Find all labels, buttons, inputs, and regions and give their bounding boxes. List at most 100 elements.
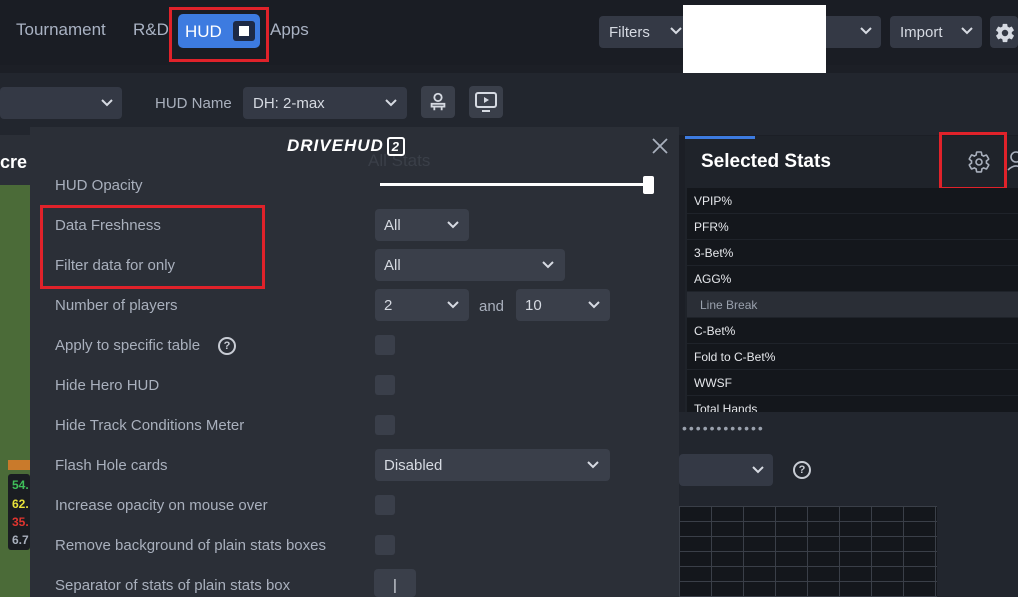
stat-label: Fold to C-Bet% [694,350,776,364]
filter-data-select[interactable]: All [375,249,565,281]
filter-data-value: All [384,257,401,274]
layout-dropdown[interactable] [0,87,122,119]
chevron-down-icon [447,221,459,229]
label-apply-to-table: Apply to specific table [55,337,201,354]
players-max-value: 10 [525,297,542,314]
stat-label: AGG% [694,272,732,286]
selected-stat-item[interactable]: Fold to C-Bet% [687,344,1018,369]
gear-icon [996,23,1014,43]
separator-input[interactable]: | [374,569,416,597]
label-number-of-players: Number of players [55,297,178,314]
chevron-down-icon [542,261,554,269]
settings-button[interactable] [990,16,1018,48]
import-button[interactable]: Import [890,16,982,48]
flash-hole-cards-value: Disabled [384,457,443,474]
stat-preview-value: 62. [12,497,29,511]
hud-options-dialog [30,127,679,597]
hide-hero-hud-checkbox[interactable] [375,375,395,395]
hud-name-value: DH: 2-max [253,95,325,112]
label-separator: Separator of stats of plain stats box [55,577,291,594]
highlight-stats-settings [939,132,1007,190]
selected-stat-item[interactable]: VPIP% [687,188,1018,213]
remove-background-checkbox[interactable] [375,535,395,555]
drivehud-logo: DRIVEHUD 2 [287,136,406,156]
selected-stat-item[interactable]: PFR% [687,214,1018,239]
seat-icon [430,92,446,111]
stat-label: Line Break [700,298,758,312]
stat-filter-dropdown[interactable] [679,454,773,486]
import-label: Import [900,24,943,41]
hud-name-label: HUD Name [155,95,232,112]
stat-preview-value: 35. [12,515,29,529]
selected-stat-line-break[interactable]: Line Break [687,292,1018,317]
selected-stat-item[interactable]: AGG% [687,266,1018,291]
nav-rnd[interactable]: R&D [133,20,169,40]
chevron-down-icon [587,461,599,469]
chevron-down-icon [752,466,764,474]
selected-stat-item[interactable]: C-Bet% [687,318,1018,343]
stat-label: Total Hands [694,402,758,412]
logo-text: DRIVEHUD [287,136,384,155]
logo-badge: 2 [386,137,406,156]
stat-label: PFR% [694,220,729,234]
drag-handle[interactable]: •••••••••••• [682,420,765,436]
close-icon[interactable] [650,136,670,156]
filters-label: Filters [609,24,650,41]
players-min-value: 2 [384,297,393,314]
chevron-down-icon [385,99,397,107]
left-panel-header-text: cre [0,152,28,172]
data-freshness-select[interactable]: All [375,209,469,241]
stat-label: VPIP% [694,194,733,208]
stat-preview-value: 54. [12,478,29,492]
stats-preview-icons [8,460,30,470]
label-hide-hero-hud: Hide Hero HUD [55,377,160,394]
label-hide-track-conditions: Hide Track Conditions Meter [55,417,245,434]
opacity-slider-thumb[interactable] [643,176,654,194]
stat-label: WWSF [694,376,732,390]
increase-opacity-checkbox[interactable] [375,495,395,515]
profile-dropdown[interactable] [818,16,881,48]
chevron-down-icon [670,27,682,35]
opacity-slider-track[interactable] [380,183,648,186]
help-icon[interactable]: ? [793,461,811,479]
nav-apps[interactable]: Apps [270,20,309,40]
help-icon[interactable]: ? [218,337,236,355]
selected-stat-item[interactable]: Total Hands [687,396,1018,412]
label-hud-opacity: HUD Opacity [55,177,143,194]
selected-stats-title: Selected Stats [701,151,831,172]
selected-stat-item[interactable]: WWSF [687,370,1018,395]
selected-stats-accent [685,136,755,139]
apply-to-table-checkbox[interactable] [375,335,395,355]
stat-preview-value: 6.7 [12,533,29,547]
separator-value: | [393,577,397,594]
monitor-play-icon [475,92,497,112]
hud-grid-preview [679,506,937,597]
players-max-select[interactable]: 10 [516,289,610,321]
data-freshness-value: All [384,217,401,234]
chevron-down-icon [447,301,459,309]
nav-tournament[interactable]: Tournament [16,20,106,40]
label-remove-background: Remove background of plain stats boxes [55,537,326,554]
hide-track-conditions-checkbox[interactable] [375,415,395,435]
flash-hole-cards-select[interactable]: Disabled [375,449,610,481]
hud-toolbar [0,73,1018,135]
stat-label: C-Bet% [694,324,736,338]
chevron-down-icon [860,27,872,35]
highlight-data-filters [40,205,265,289]
seat-button[interactable] [421,86,455,118]
highlight-hud-tab [169,7,269,62]
hud-name-dropdown[interactable]: DH: 2-max [243,87,407,119]
preview-button[interactable] [469,86,503,118]
players-range-joiner: and [479,298,505,315]
label-increase-opacity: Increase opacity on mouse over [55,497,268,514]
chevron-down-icon [588,301,600,309]
user-icon[interactable] [1006,150,1018,172]
stat-label: 3-Bet% [694,246,734,260]
selected-stat-item[interactable]: 3-Bet% [687,240,1018,265]
filters-button[interactable]: Filters [599,16,689,48]
label-flash-hole-cards: Flash Hole cards [55,457,168,474]
chevron-down-icon [101,99,113,107]
players-min-select[interactable]: 2 [375,289,469,321]
redacted-area [683,5,826,73]
chevron-down-icon [961,27,973,35]
